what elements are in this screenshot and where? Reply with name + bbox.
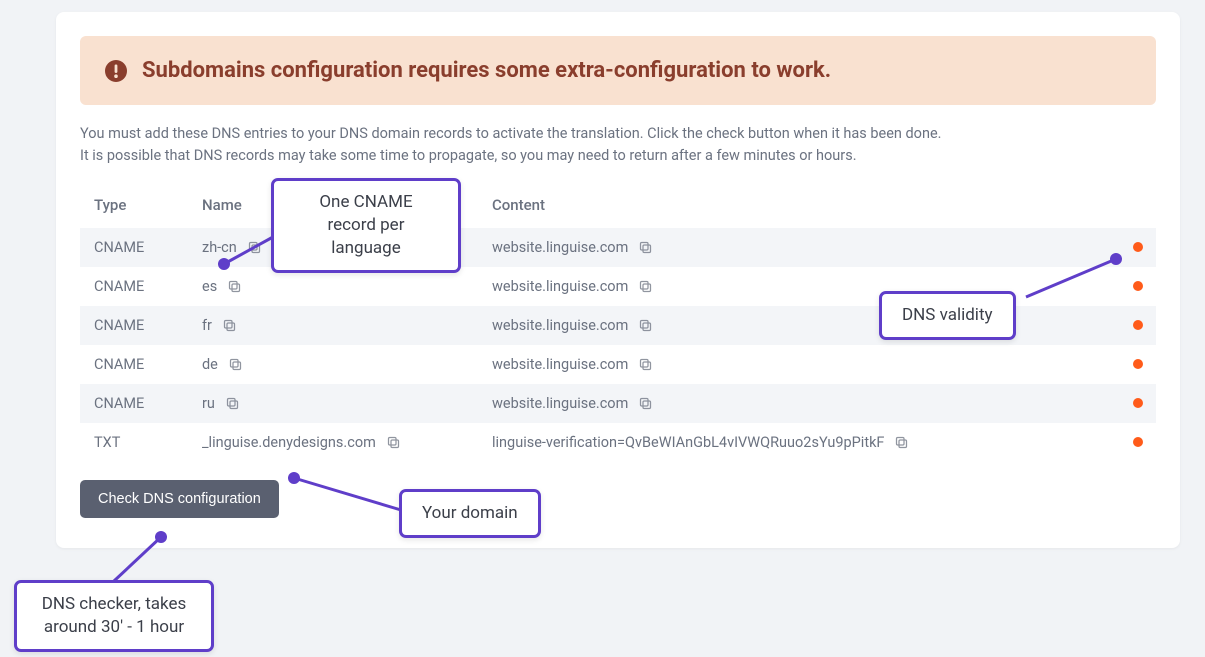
table-row: CNAMEdewebsite.linguise.com xyxy=(80,345,1156,384)
callout-your-domain: Your domain xyxy=(399,489,541,538)
cell-content: website.linguise.com xyxy=(480,306,1120,345)
copy-icon[interactable] xyxy=(894,435,909,450)
table-row: TXT_linguise.denydesigns.comlinguise-ver… xyxy=(80,423,1156,462)
copy-icon[interactable] xyxy=(227,279,242,294)
cell-status xyxy=(1120,384,1156,423)
alert-banner: Subdomains configuration requires some e… xyxy=(80,36,1156,105)
cell-content: website.linguise.com xyxy=(480,345,1120,384)
copy-icon[interactable] xyxy=(638,396,653,411)
copy-icon[interactable] xyxy=(638,357,653,372)
cell-type: CNAME xyxy=(80,228,190,267)
description-line2: It is possible that DNS records may take… xyxy=(80,145,1156,167)
cell-type: CNAME xyxy=(80,345,190,384)
callout-dot xyxy=(155,531,167,543)
status-dot-icon xyxy=(1133,320,1143,330)
header-status xyxy=(1120,186,1156,228)
callout-dns-validity: DNS validity xyxy=(879,291,1016,340)
cell-type: CNAME xyxy=(80,384,190,423)
callout-dot xyxy=(218,258,230,270)
cell-name: de xyxy=(190,345,480,384)
table-row: CNAMEzh-cnwebsite.linguise.com xyxy=(80,228,1156,267)
copy-icon[interactable] xyxy=(222,318,237,333)
description-text: You must add these DNS entries to your D… xyxy=(80,123,1156,168)
cell-type: TXT xyxy=(80,423,190,462)
status-dot-icon xyxy=(1133,242,1143,252)
copy-icon[interactable] xyxy=(247,240,262,255)
cell-status xyxy=(1120,345,1156,384)
cell-status xyxy=(1120,423,1156,462)
cell-status xyxy=(1120,306,1156,345)
status-dot-icon xyxy=(1133,398,1143,408)
cell-name: _linguise.denydesigns.com xyxy=(190,423,480,462)
cell-type: CNAME xyxy=(80,267,190,306)
cell-content: website.linguise.com xyxy=(480,267,1120,306)
status-dot-icon xyxy=(1133,437,1143,447)
copy-icon[interactable] xyxy=(638,279,653,294)
status-dot-icon xyxy=(1133,281,1143,291)
callout-dot xyxy=(1110,253,1122,265)
description-line1: You must add these DNS entries to your D… xyxy=(80,123,1156,145)
callout-dns-checker: DNS checker, takes around 30' - 1 hour xyxy=(14,580,214,652)
copy-icon[interactable] xyxy=(228,357,243,372)
cell-content: linguise-verification=QvBeWIAnGbL4vIVWQR… xyxy=(480,423,1120,462)
table-row: CNAMEruwebsite.linguise.com xyxy=(80,384,1156,423)
status-dot-icon xyxy=(1133,359,1143,369)
dns-config-card: Subdomains configuration requires some e… xyxy=(56,12,1180,548)
cell-type: CNAME xyxy=(80,306,190,345)
cell-status xyxy=(1120,267,1156,306)
cell-status xyxy=(1120,228,1156,267)
header-content: Content xyxy=(480,186,1120,228)
cell-name: ru xyxy=(190,384,480,423)
copy-icon[interactable] xyxy=(386,435,401,450)
callout-dot xyxy=(288,472,300,484)
header-type: Type xyxy=(80,186,190,228)
alert-title: Subdomains configuration requires some e… xyxy=(142,58,831,83)
copy-icon[interactable] xyxy=(638,318,653,333)
copy-icon[interactable] xyxy=(225,396,240,411)
cell-name: fr xyxy=(190,306,480,345)
check-dns-button[interactable]: Check DNS configuration xyxy=(80,480,279,518)
cell-content: website.linguise.com xyxy=(480,228,1120,267)
warning-icon xyxy=(104,59,128,83)
cell-content: website.linguise.com xyxy=(480,384,1120,423)
copy-icon[interactable] xyxy=(638,240,653,255)
callout-cname-per-language: One CNAME record per language xyxy=(271,178,461,273)
